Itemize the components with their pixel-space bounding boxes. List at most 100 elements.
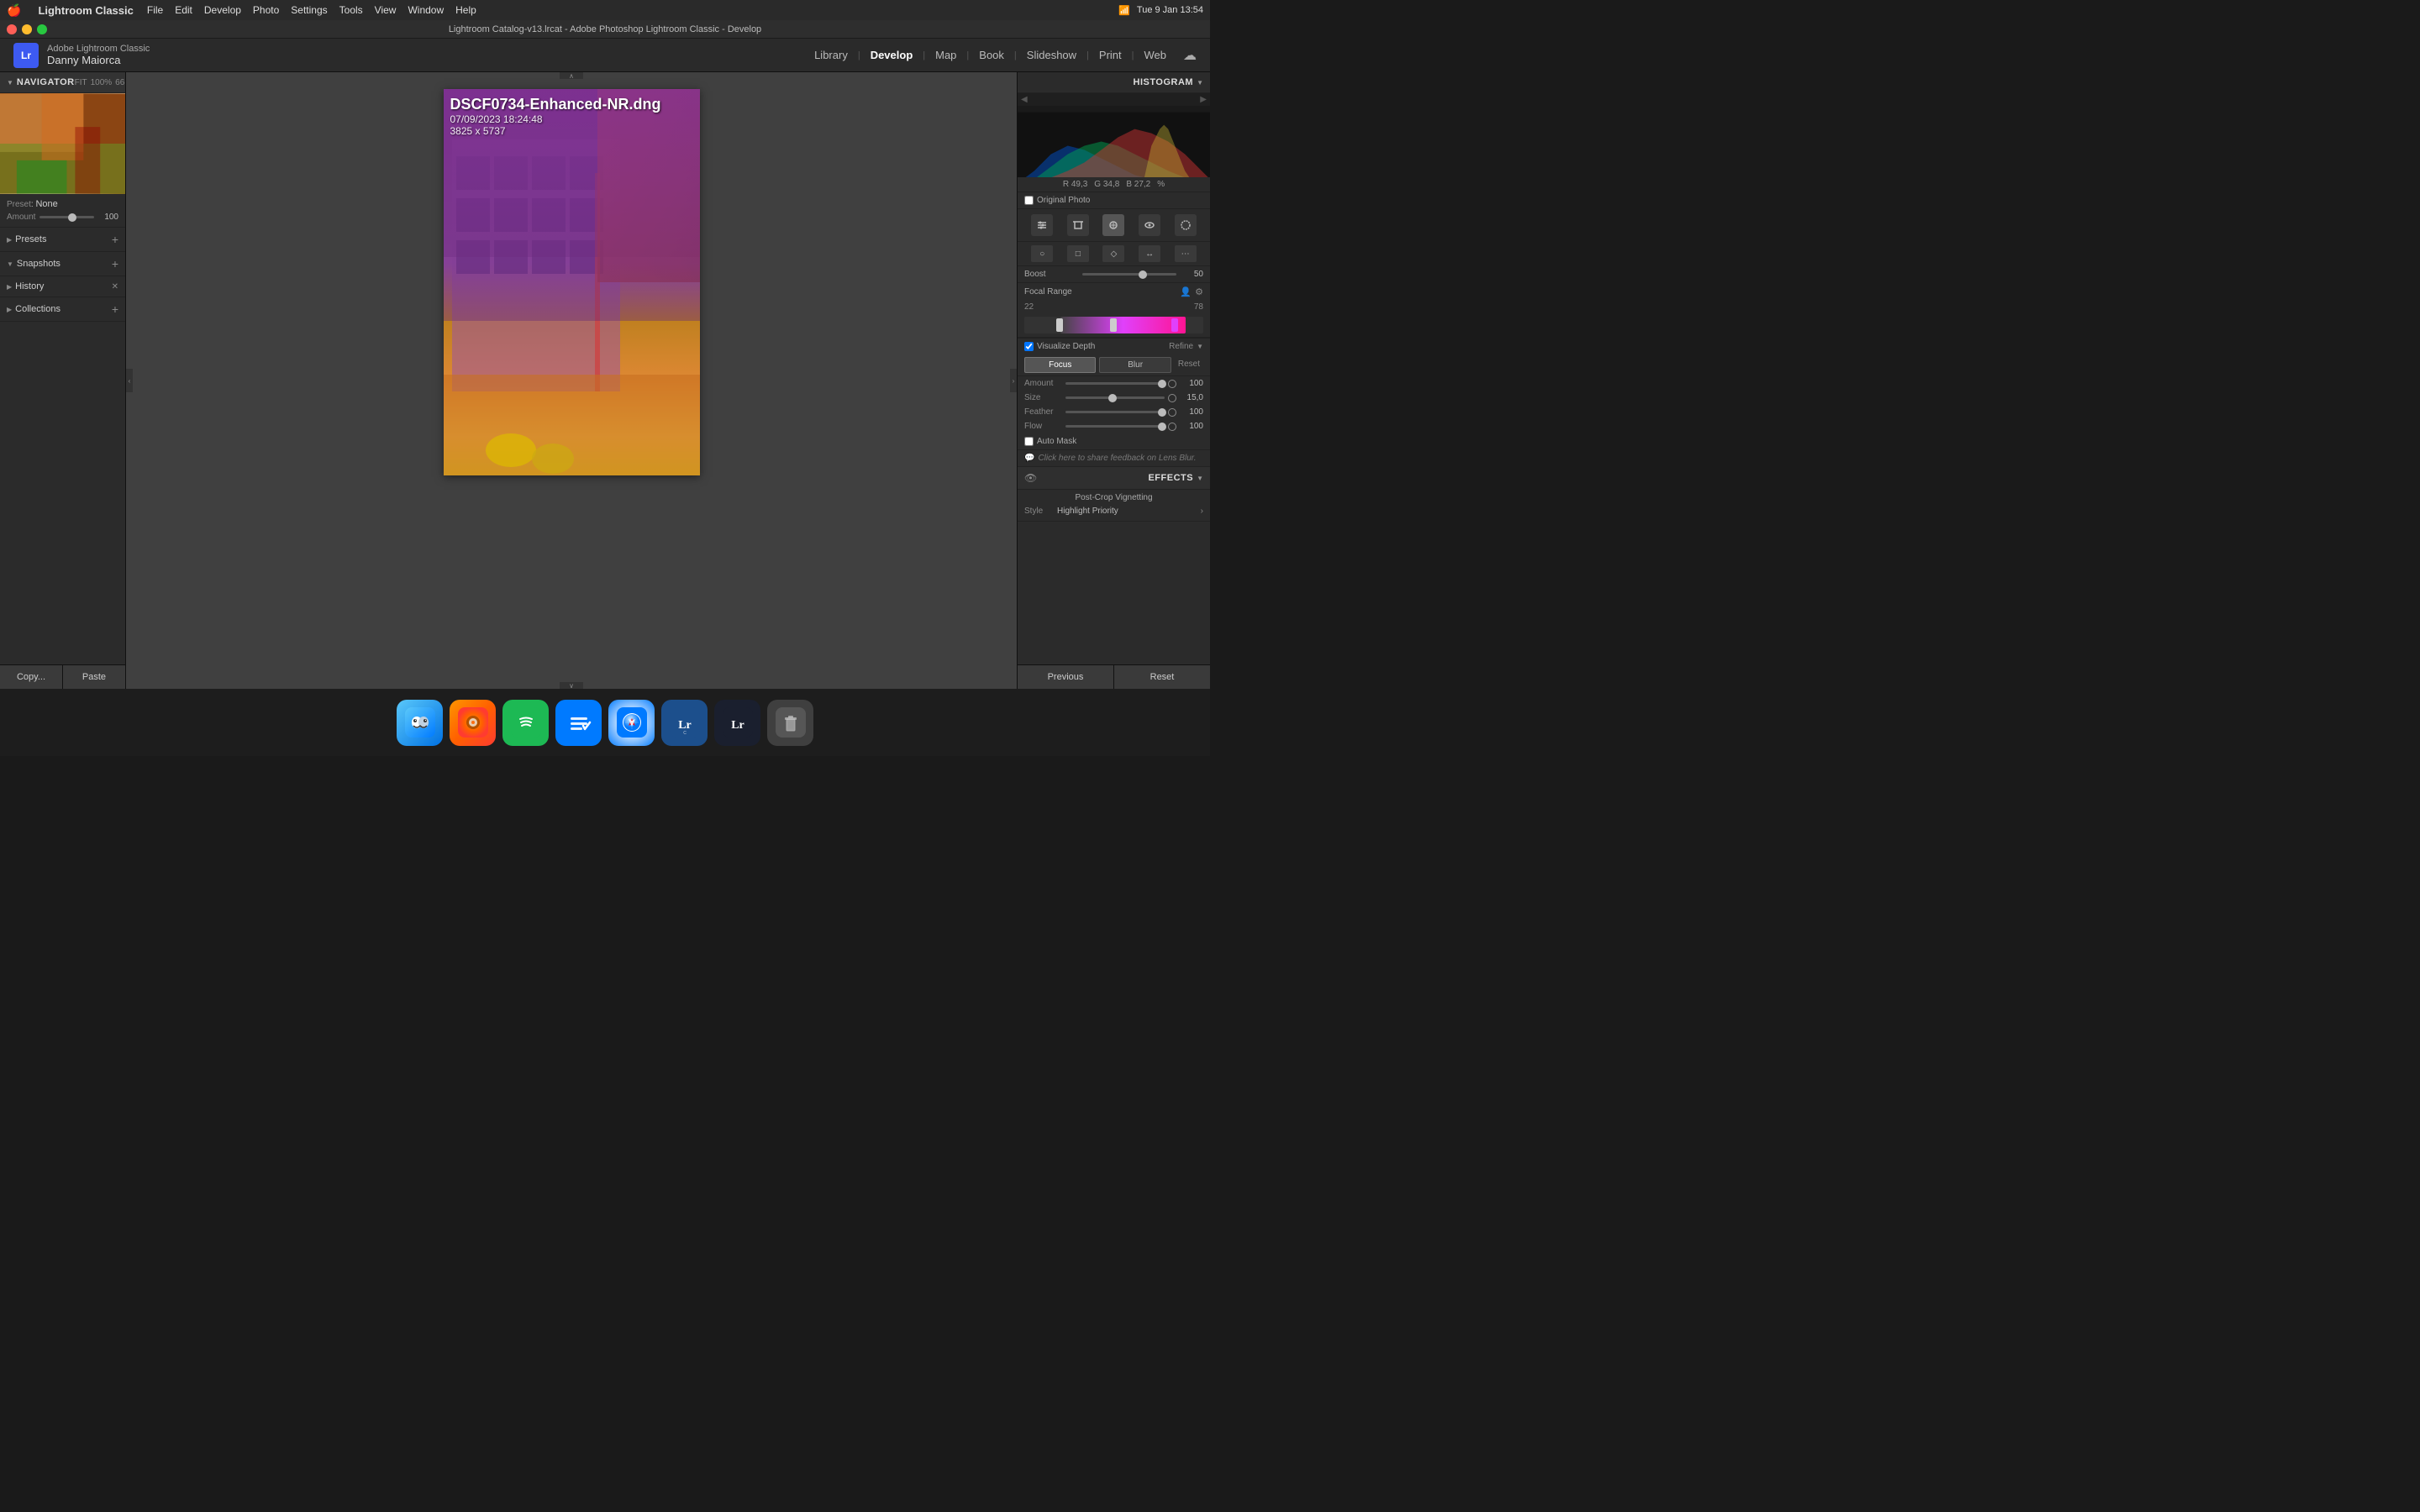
apple-logo-icon[interactable]: 🍎 [7,3,21,18]
flow-mask-track[interactable] [1065,425,1165,428]
focus-button[interactable]: Focus [1024,357,1096,373]
linear-mask-icon[interactable]: □ [1067,245,1089,262]
size-mask-track[interactable] [1065,396,1165,399]
flow-slider-end[interactable] [1168,423,1176,431]
minimize-window-button[interactable] [22,24,32,34]
range-slider-track[interactable] [1024,317,1203,333]
focal-person-icon[interactable]: 👤 [1180,286,1192,297]
navigator-fit-controls[interactable]: FIT 100% 66.7% [75,78,126,87]
presets-section[interactable]: ▶ Presets + [0,228,125,252]
reset-button[interactable]: Reset [1114,665,1210,689]
style-dropdown-icon[interactable]: › [1201,507,1203,516]
original-photo-checkbox[interactable] [1024,196,1034,205]
history-close-icon[interactable]: ✕ [112,282,118,291]
dock-tasks[interactable] [555,700,602,746]
dock-finder[interactable] [397,700,443,746]
traffic-lights[interactable] [7,24,47,34]
feedback-text[interactable]: Click here to share feedback on Lens Blu… [1038,454,1196,463]
histogram-highlight-clip-icon[interactable]: ▶ [1200,95,1207,104]
range-min-thumb[interactable] [1056,318,1063,332]
amount-slider-thumb[interactable] [68,213,76,222]
feather-slider-end[interactable] [1168,408,1176,417]
menu-photo[interactable]: Photo [253,4,279,16]
paste-button[interactable]: Paste [63,665,125,689]
zoom-667[interactable]: 66.7% [115,78,126,87]
previous-button[interactable]: Previous [1018,665,1114,689]
range-mid-thumb[interactable] [1110,318,1117,332]
menu-edit[interactable]: Edit [175,4,192,16]
amount-mask-thumb[interactable] [1158,380,1166,388]
nav-book[interactable]: Book [972,45,1011,65]
color-range-icon[interactable]: ↔ [1139,245,1160,262]
copy-button[interactable]: Copy... [0,665,63,689]
adjustments-tool-icon[interactable] [1031,214,1053,236]
boost-slider-track[interactable] [1082,273,1176,276]
menu-settings[interactable]: Settings [291,4,327,16]
effects-header[interactable]: 👁 Effects ▼ [1018,467,1210,490]
size-mask-thumb[interactable] [1108,394,1117,402]
range-max-thumb[interactable] [1171,318,1178,332]
blur-button[interactable]: Blur [1099,357,1171,373]
menu-help[interactable]: Help [455,4,476,16]
fit-label[interactable]: FIT [75,78,87,87]
dock-launchpad[interactable] [450,700,496,746]
refine-label[interactable]: Refine [1169,342,1193,351]
focal-settings-icon[interactable]: ⚙ [1195,286,1203,297]
bottom-collapse-arrow[interactable]: ∨ [560,682,583,689]
histogram-header[interactable]: Histogram ▼ [1018,72,1210,93]
feather-mask-thumb[interactable] [1158,408,1166,417]
nav-web[interactable]: Web [1138,45,1174,65]
menu-develop[interactable]: Develop [204,4,241,16]
range-mask-icon[interactable]: ◇ [1102,245,1124,262]
effects-eye-icon[interactable]: 👁 [1024,472,1037,484]
visualize-depth-checkbox[interactable] [1024,342,1034,351]
left-collapse-arrow[interactable]: ‹ [126,369,133,392]
amount-mask-track[interactable] [1065,382,1165,385]
close-window-button[interactable] [7,24,17,34]
navigator-header[interactable]: ▼ Navigator FIT 100% 66.7% [0,72,125,93]
collections-add-icon[interactable]: + [112,302,118,316]
flow-mask-thumb[interactable] [1158,423,1166,431]
menu-file[interactable]: File [147,4,163,16]
cloud-sync-icon[interactable]: ☁ [1183,47,1197,64]
dock-safari[interactable] [608,700,655,746]
amount-slider[interactable] [39,216,94,218]
nav-print[interactable]: Print [1092,45,1128,65]
more-masks-icon[interactable]: ⋯ [1175,245,1197,262]
dock-lightroom[interactable]: Lr [714,700,760,746]
dock-spotify[interactable] [502,700,549,746]
collections-section[interactable]: ▶ Collections + [0,297,125,322]
nav-library[interactable]: Library [808,45,855,65]
photo-info: DSCF0734-Enhanced-NR.dng 07/09/2023 18:2… [450,96,661,137]
maximize-window-button[interactable] [37,24,47,34]
amount-slider-end[interactable] [1168,380,1176,388]
nav-map[interactable]: Map [929,45,963,65]
reset-link[interactable]: Reset [1175,357,1203,373]
crop-tool-icon[interactable] [1067,214,1089,236]
refine-triangle-icon[interactable]: ▼ [1197,343,1203,350]
right-collapse-arrow[interactable]: › [1010,369,1017,392]
top-collapse-arrow[interactable]: ∧ [560,72,583,79]
presets-add-icon[interactable]: + [112,233,118,246]
nav-develop[interactable]: Develop [864,45,920,65]
boost-slider-thumb[interactable] [1139,270,1147,279]
red-eye-tool-icon[interactable] [1139,214,1160,236]
feather-mask-track[interactable] [1065,411,1165,413]
auto-mask-checkbox[interactable] [1024,437,1034,446]
masking-tool-icon[interactable] [1175,214,1197,236]
snapshots-section[interactable]: ▼ Snapshots + [0,252,125,276]
menu-tools[interactable]: Tools [339,4,363,16]
dock-trash[interactable] [767,700,813,746]
history-section[interactable]: ▶ History ✕ [0,276,125,297]
zoom-100[interactable]: 100% [91,78,113,87]
circle-mask-icon[interactable]: ○ [1031,245,1053,262]
menu-view[interactable]: View [375,4,397,16]
healing-tool-icon[interactable] [1102,214,1124,236]
dock-lightroom-classic[interactable]: Lr C [661,700,708,746]
menu-window[interactable]: Window [408,4,444,16]
histogram-shadow-clip-icon[interactable]: ◀ [1021,95,1028,104]
nav-slideshow[interactable]: Slideshow [1020,45,1083,65]
visualize-depth-row: Visualize Depth Refine ▼ [1018,338,1210,354]
size-slider-end[interactable] [1168,394,1176,402]
snapshots-add-icon[interactable]: + [112,257,118,270]
